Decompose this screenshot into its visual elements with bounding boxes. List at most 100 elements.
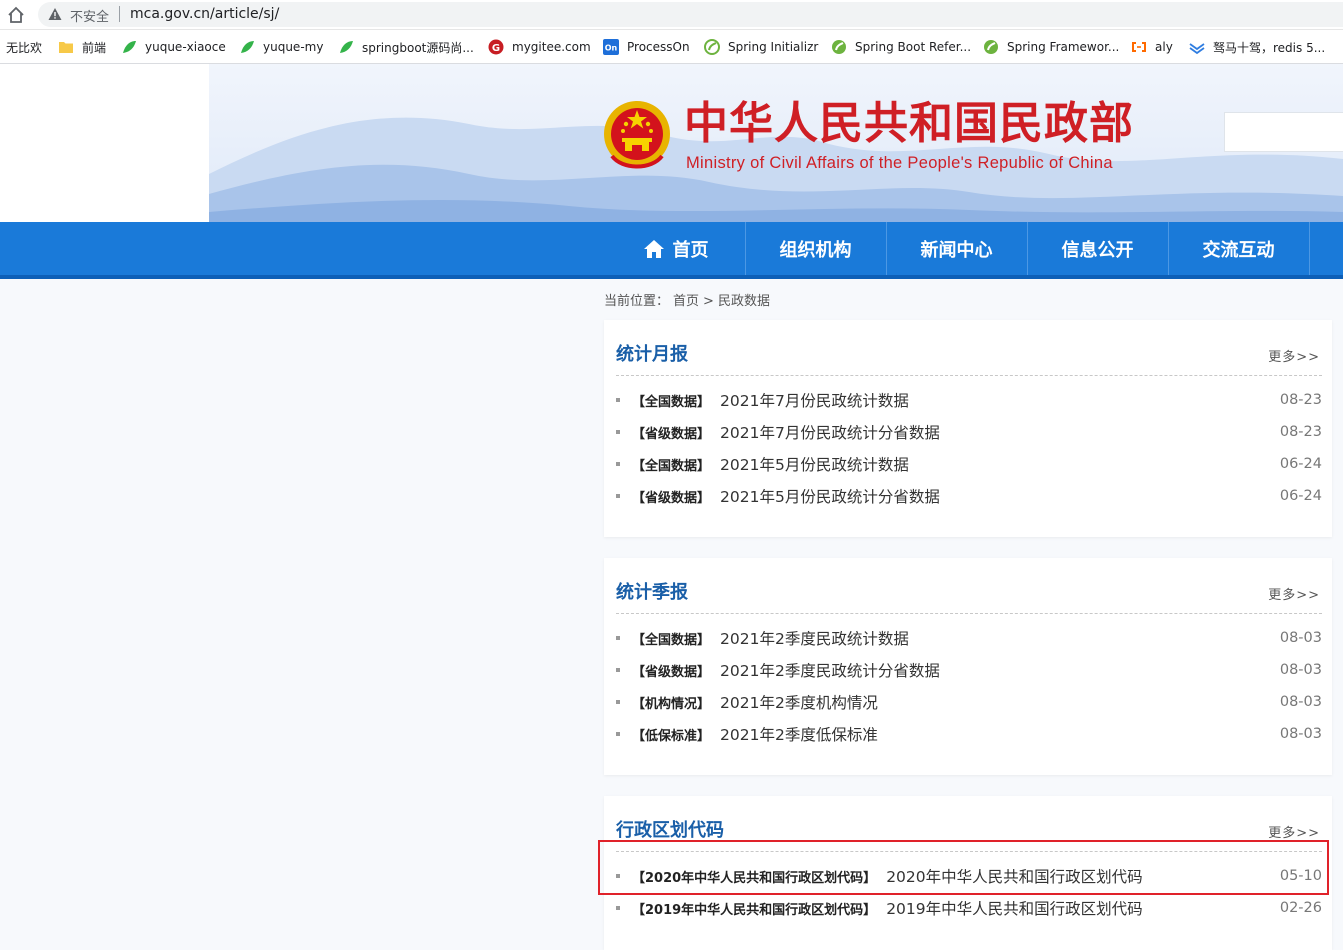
spring-icon <box>832 40 846 54</box>
nav-item-organization[interactable]: 组织机构 <box>745 222 886 275</box>
list-item[interactable]: 【省级数据】 2021年7月份民政统计分省数据 08-23 <box>616 420 1322 444</box>
spring-icon <box>984 40 998 54</box>
more-link[interactable]: 更多>> <box>1268 584 1320 603</box>
panel-title: 统计月报 <box>616 344 688 365</box>
bookmark-item[interactable]: 驽马十驾，redis 5... <box>1189 38 1325 56</box>
bookmark-label: mygitee.com <box>512 40 591 54</box>
more-link[interactable]: 更多>> <box>1268 346 1320 365</box>
bookmark-item[interactable]: 无比欢 <box>6 38 42 56</box>
divider <box>616 375 1322 376</box>
site-title-cn: 中华人民共和国民政部 <box>684 98 1134 149</box>
item-date: 08-23 <box>1279 392 1322 408</box>
panel-quarterly-stats: 统计季报 更多>> 【全国数据】 2021年2季度民政统计数据 08-03 【省… <box>604 558 1332 775</box>
list-item[interactable]: 【省级数据】 2021年2季度民政统计分省数据 08-03 <box>616 658 1322 682</box>
item-tag: 【机构情况】 <box>632 696 711 712</box>
bullet <box>616 668 620 672</box>
svg-text:G: G <box>492 43 500 54</box>
gitee-icon: G <box>488 39 504 55</box>
bookmark-label: 驽马十驾，redis 5... <box>1213 40 1326 55</box>
bookmark-item[interactable]: G mygitee.com <box>488 38 591 56</box>
bullet <box>616 732 620 736</box>
bookmark-label: aly <box>1155 40 1173 54</box>
bullet <box>616 494 620 498</box>
item-date: 08-03 <box>1279 694 1322 710</box>
bookmark-item[interactable]: On ProcessOn <box>603 38 690 56</box>
bookmark-item[interactable]: yuque-my <box>239 38 323 56</box>
url-text[interactable]: mca.gov.cn/article/sj/ <box>130 6 279 22</box>
bookmark-item[interactable]: springboot源码尚... <box>338 38 474 56</box>
warning-icon[interactable] <box>48 7 62 21</box>
list-item[interactable]: 【全国数据】 2021年5月份民政统计数据 06-24 <box>616 452 1322 476</box>
nav-label: 组织机构 <box>779 239 852 261</box>
site-header: 中华人民共和国民政部 Ministry of Civil Affairs of … <box>0 64 1343 222</box>
home-icon[interactable] <box>6 5 26 25</box>
divider <box>616 613 1322 614</box>
bullet <box>616 398 620 402</box>
item-title[interactable]: 2021年2季度低保标准 <box>720 723 1272 745</box>
insecure-label: 不安全 <box>70 10 110 25</box>
breadcrumb-sep: > <box>703 294 714 309</box>
item-tag: 【全国数据】 <box>632 394 711 410</box>
bookmark-label: 无比欢 <box>6 40 43 55</box>
nav-item-info[interactable]: 信息公开 <box>1027 222 1168 275</box>
item-title[interactable]: 2021年2季度民政统计分省数据 <box>720 659 1272 681</box>
nav-label: 信息公开 <box>1061 239 1134 261</box>
item-title[interactable]: 2021年7月份民政统计数据 <box>720 389 1272 411</box>
item-title[interactable]: 2021年7月份民政统计分省数据 <box>720 421 1272 443</box>
item-title[interactable]: 2019年中华人民共和国行政区划代码 <box>886 897 1272 919</box>
breadcrumb: 当前位置： 首页 > 民政数据 <box>604 290 774 309</box>
item-title[interactable]: 2021年2季度民政统计数据 <box>720 627 1272 649</box>
list-item[interactable]: 【2019年中华人民共和国行政区划代码】 2019年中华人民共和国行政区划代码 … <box>616 896 1322 920</box>
nav-item-home[interactable]: 首页 <box>605 222 746 275</box>
bookmark-item[interactable]: yuque-xiaoce <box>121 38 226 56</box>
list-item[interactable]: 【全国数据】 2021年7月份民政统计数据 08-23 <box>616 388 1322 412</box>
bookmark-item[interactable]: Spring Initializr <box>704 38 818 56</box>
nav-label: 交流互动 <box>1202 239 1275 261</box>
national-emblem-icon <box>604 101 670 169</box>
more-link[interactable]: 更多>> <box>1268 822 1320 841</box>
url-separator <box>119 6 120 22</box>
highlight-box <box>598 840 1329 895</box>
spring-icon <box>704 39 720 55</box>
main-nav: 首页 组织机构 新闻中心 信息公开 交流互动 <box>0 222 1343 279</box>
item-tag: 【全国数据】 <box>632 632 711 648</box>
bookmark-item[interactable]: Spring Boot Refer... <box>831 38 971 56</box>
item-tag: 【省级数据】 <box>632 426 711 442</box>
bookmark-item[interactable]: Spring Framewor... <box>983 38 1119 56</box>
home-icon <box>643 239 664 258</box>
item-title[interactable]: 2021年5月份民政统计数据 <box>720 453 1272 475</box>
item-date: 06-24 <box>1279 456 1322 472</box>
panel-title: 行政区划代码 <box>616 820 724 841</box>
bookmark-label: Spring Boot Refer... <box>855 40 972 54</box>
nav-label: 新闻中心 <box>920 239 993 261</box>
list-item[interactable]: 【省级数据】 2021年5月份民政统计分省数据 06-24 <box>616 484 1322 508</box>
item-date: 06-24 <box>1279 488 1322 504</box>
search-input[interactable] <box>1224 112 1343 152</box>
bullet <box>616 462 620 466</box>
item-date: 08-23 <box>1279 424 1322 440</box>
panel-title: 统计季报 <box>616 582 688 603</box>
bookmark-item[interactable]: 前端 <box>58 38 106 56</box>
nav-divider <box>1309 222 1310 275</box>
nav-label: 首页 <box>672 239 709 261</box>
list-item[interactable]: 【低保标准】 2021年2季度低保标准 08-03 <box>616 722 1322 746</box>
nav-item-interaction[interactable]: 交流互动 <box>1168 222 1309 275</box>
item-date: 08-03 <box>1279 630 1322 646</box>
item-tag: 【省级数据】 <box>632 490 711 506</box>
bookmark-item[interactable]: aly <box>1131 38 1173 56</box>
bullet <box>616 430 620 434</box>
item-title[interactable]: 2021年5月份民政统计分省数据 <box>720 485 1272 507</box>
nav-item-news[interactable]: 新闻中心 <box>886 222 1027 275</box>
yuque-icon <box>340 41 353 53</box>
item-date: 02-26 <box>1279 900 1322 916</box>
item-title[interactable]: 2021年2季度机构情况 <box>720 691 1272 713</box>
bookmark-label: yuque-xiaoce <box>145 40 226 54</box>
breadcrumb-home[interactable]: 首页 <box>673 294 699 309</box>
item-tag: 【低保标准】 <box>632 728 711 744</box>
bookmark-label: Spring Framewor... <box>1007 40 1120 54</box>
processon-icon: On <box>603 39 619 55</box>
list-item[interactable]: 【机构情况】 2021年2季度机构情况 08-03 <box>616 690 1322 714</box>
url-bar[interactable]: 不安全 mca.gov.cn/article/sj/ <box>38 2 1343 27</box>
bookmark-label: 前端 <box>82 40 107 55</box>
list-item[interactable]: 【全国数据】 2021年2季度民政统计数据 08-03 <box>616 626 1322 650</box>
